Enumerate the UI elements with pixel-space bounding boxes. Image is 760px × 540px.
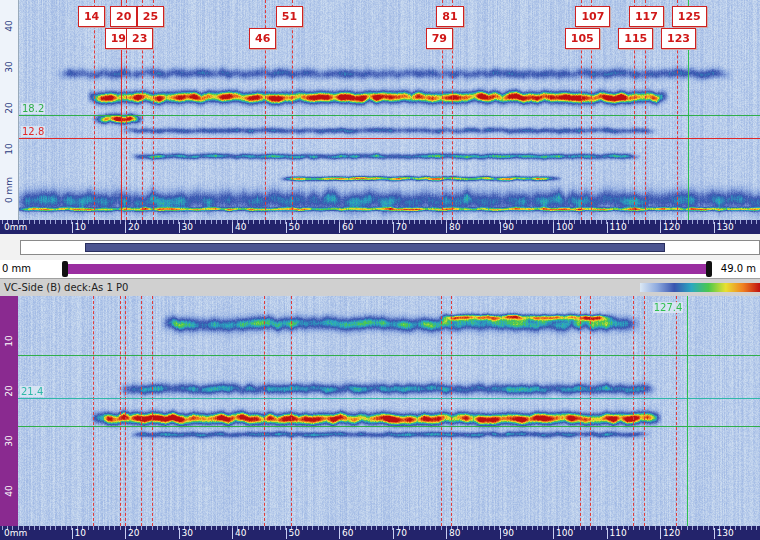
marker-line (633, 296, 634, 526)
x-tick-label: 60 (339, 222, 353, 233)
view-title: VC-Side (B) deck:As 1 P0 (4, 282, 128, 294)
marker-line (580, 296, 581, 526)
marker-line (152, 296, 153, 526)
cursor-line[interactable] (19, 138, 760, 139)
x-tick-label: 120 (660, 528, 680, 539)
marker-line (125, 296, 126, 526)
x-tick-label: 30 (179, 528, 193, 539)
marker-line (441, 296, 442, 526)
cursor-label: 12.8 (21, 126, 45, 137)
marker-line (93, 296, 94, 526)
x-tick-label: 130 (714, 528, 734, 539)
indication-flag[interactable]: 105 (565, 28, 600, 49)
indication-flag[interactable]: 125 (672, 6, 707, 27)
depth-ruler: 40 30 20 10 0 mm (0, 0, 19, 220)
range-end-handle[interactable] (706, 261, 712, 277)
y-tick-label: 20 (4, 102, 14, 113)
x-tick-label: 90 (500, 222, 514, 233)
range-track[interactable] (65, 264, 709, 274)
y-tick-label: 10 (4, 143, 14, 154)
marker-line (292, 0, 293, 220)
indication-flag[interactable]: 25 (137, 6, 164, 27)
view-title-bar: VC-Side (B) deck:As 1 P0 (0, 278, 760, 296)
x-tick-label: 110 (607, 528, 627, 539)
x-tick-label: 110 (607, 222, 627, 233)
top-scan-view[interactable]: 18.212.814192023254651798110510711511712… (19, 0, 760, 220)
range-start-handle[interactable] (62, 261, 68, 277)
x-tick-label: 80 (446, 528, 460, 539)
y-tick-label: 10 (4, 335, 14, 346)
marker-line (264, 296, 265, 526)
cursor-line[interactable] (18, 398, 760, 399)
x-tick-label: 80 (446, 222, 460, 233)
cursor-label: 18.2 (21, 103, 45, 114)
y-tick-label: 40 (4, 20, 14, 31)
bottom-scan-view[interactable]: 21.4 127.4 (18, 296, 760, 526)
x-tick-label: 10 (72, 222, 86, 233)
x-axis-ruler: 0mm 10 20 30 40 50 60 70 80 90 100 110 120 130 (0, 526, 760, 540)
x-tick-label: 50 (286, 528, 300, 539)
y-tick-label: 30 (4, 435, 14, 446)
y-tick-label: 30 (4, 61, 14, 72)
range-end: 49.0 m (721, 263, 756, 275)
x-tick-label: 60 (339, 528, 353, 539)
depth-ruler: 10 20 30 40 (0, 296, 18, 526)
x-tick-label: 40 (232, 222, 246, 233)
x-tick-label: 40 (232, 528, 246, 539)
y-tick-label: 20 (4, 385, 14, 396)
reference-value: 127.4 (653, 302, 684, 313)
x-tick-label: 70 (393, 222, 407, 233)
x-tick-label: 30 (179, 222, 193, 233)
x-tick-label: 0mm (2, 528, 27, 539)
x-tick-label: 50 (286, 222, 300, 233)
indication-flag[interactable]: 123 (661, 28, 696, 49)
indication-flag[interactable]: 115 (618, 28, 653, 49)
x-tick-label: 120 (660, 222, 680, 233)
color-palette[interactable] (640, 283, 760, 292)
indication-flag[interactable]: 23 (126, 28, 153, 49)
indication-flag[interactable]: 117 (629, 6, 664, 27)
marker-line (676, 296, 677, 526)
x-axis-ruler: 0mm 10 20 30 40 50 60 70 80 90 100 110 120 130 (0, 220, 760, 234)
x-tick-label: 100 (553, 528, 573, 539)
x-tick-label: 100 (553, 222, 573, 233)
x-tick-label: 70 (393, 528, 407, 539)
cursor-line[interactable] (19, 115, 760, 116)
overview-strip (0, 234, 760, 260)
x-tick-label: 20 (125, 222, 139, 233)
indication-flag[interactable]: 107 (575, 6, 610, 27)
overview-track[interactable] (20, 240, 760, 255)
y-tick-label: 0 mm (4, 177, 14, 203)
bottom-scan-panel: 10 20 30 40 21.4 127.4 (0, 296, 760, 526)
indication-flag[interactable]: 46 (249, 28, 276, 49)
x-tick-label: 0mm (2, 222, 27, 233)
x-tick-label: 10 (72, 528, 86, 539)
range-bar: 0 mm 49.0 m (0, 260, 760, 278)
cursor-label: 21.4 (20, 386, 44, 397)
overview-thumb[interactable] (85, 243, 665, 252)
range-start: 0 mm (2, 263, 31, 275)
top-scan-panel: 403020100 mm18.212.814192023254651798110… (0, 0, 760, 220)
cursor-line[interactable] (18, 355, 760, 356)
x-tick-label: 20 (125, 528, 139, 539)
reference-line[interactable] (687, 296, 688, 526)
marker-line (291, 296, 292, 526)
x-tick-label: 130 (714, 222, 734, 233)
range-fill (65, 264, 709, 274)
y-tick-label: 40 (4, 485, 14, 496)
marker-line (141, 296, 142, 526)
indication-flag[interactable]: 20 (110, 6, 137, 27)
indication-flag[interactable]: 14 (78, 6, 105, 27)
indication-flag[interactable]: 51 (276, 6, 303, 27)
b-scan-image[interactable] (18, 296, 760, 526)
x-tick-label: 90 (500, 528, 514, 539)
marker-line (120, 296, 121, 526)
cursor-line[interactable] (18, 426, 760, 427)
marker-line (94, 0, 95, 220)
indication-flag[interactable]: 79 (426, 28, 453, 49)
marker-line (451, 296, 452, 526)
indication-flag[interactable]: 81 (436, 6, 463, 27)
marker-line (644, 296, 645, 526)
marker-line (590, 296, 591, 526)
